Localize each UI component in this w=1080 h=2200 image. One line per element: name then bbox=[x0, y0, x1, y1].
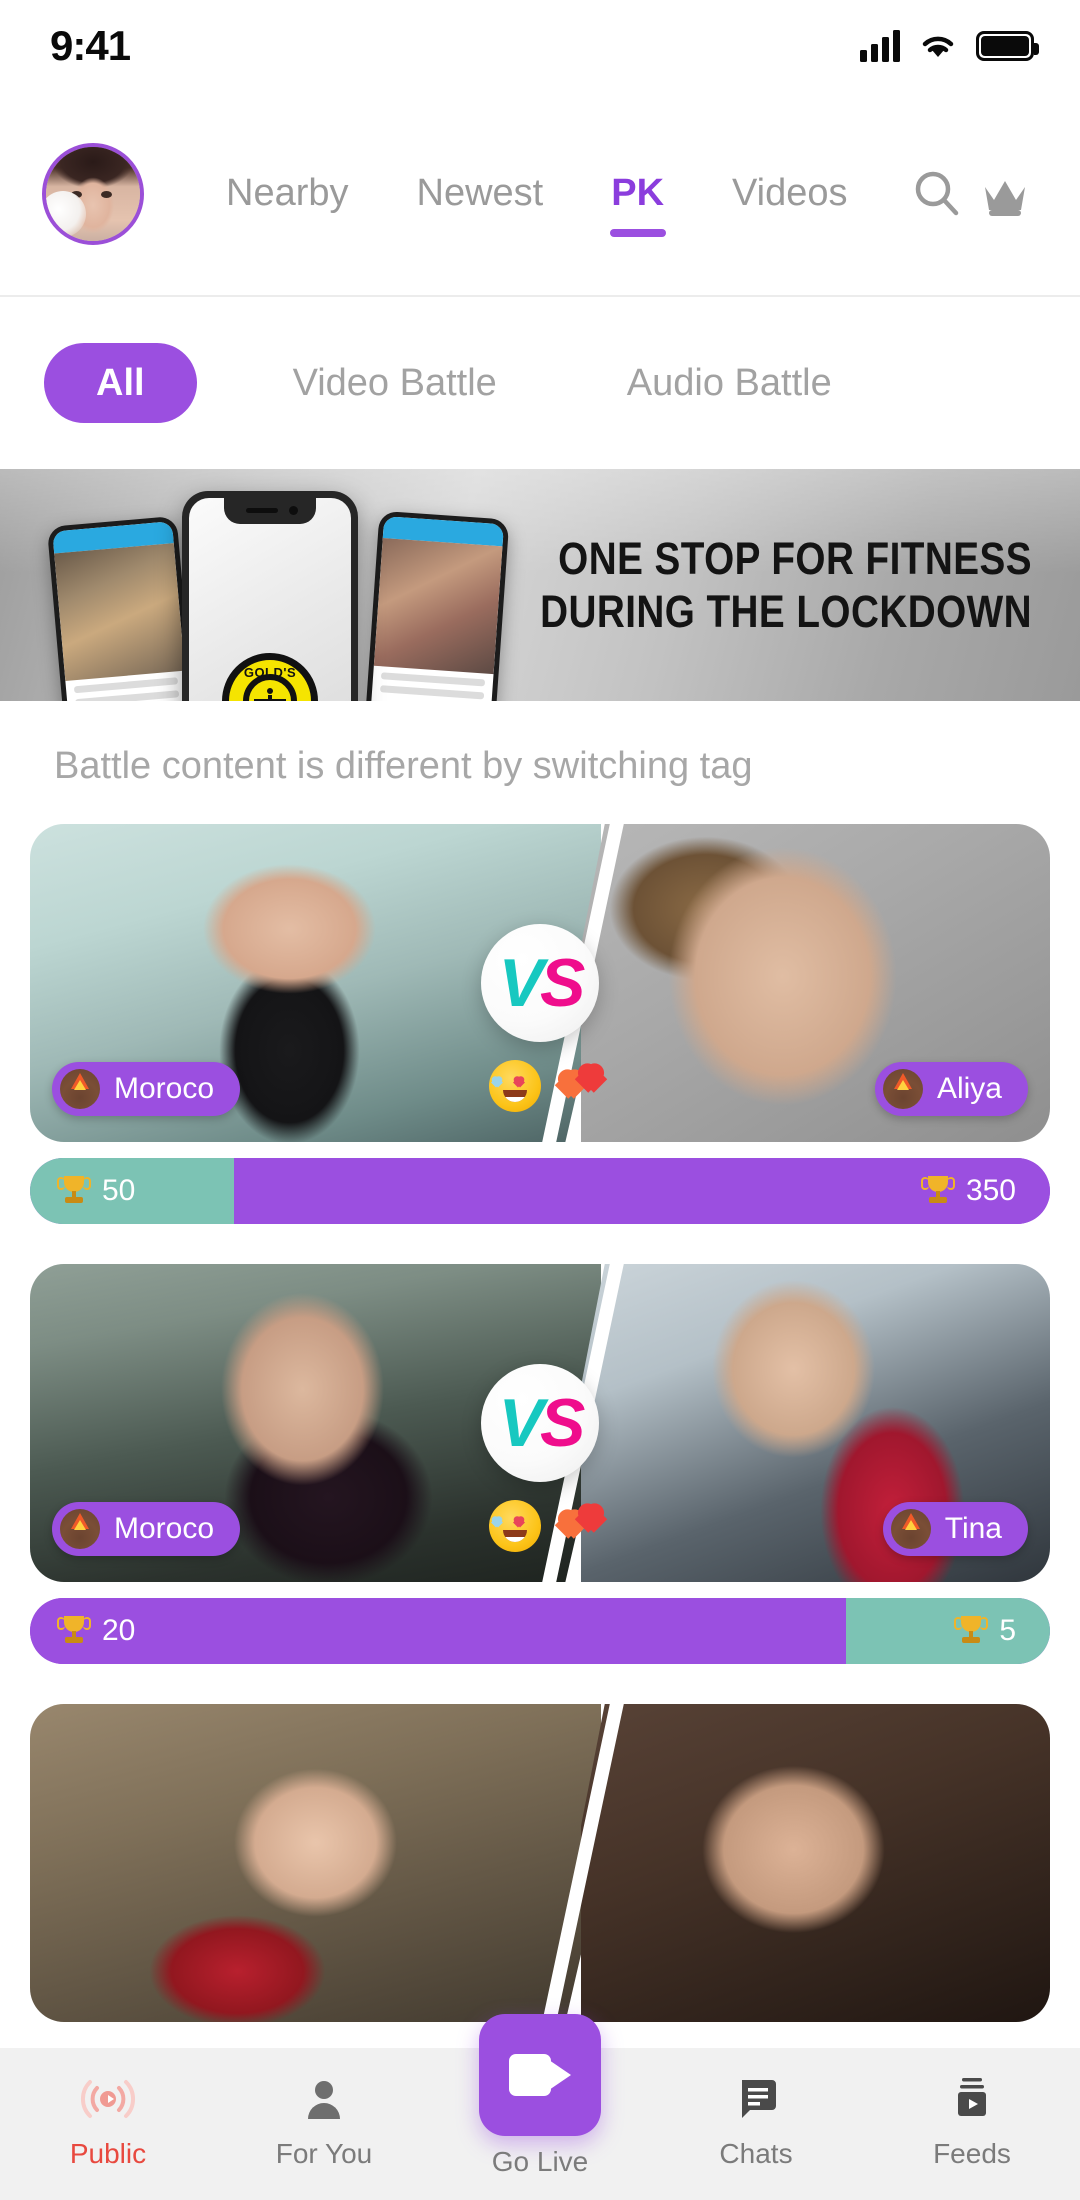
bottom-nav-label: Public bbox=[69, 2138, 147, 2169]
score-left: 50 bbox=[102, 1174, 136, 1207]
trophy-icon bbox=[57, 1176, 91, 1206]
bottom-nav-label: Chats bbox=[719, 2138, 793, 2169]
phone-notch bbox=[224, 498, 316, 524]
score-segment-right: 5 bbox=[846, 1598, 1050, 1664]
vs-badge: VS bbox=[481, 924, 599, 1042]
score-left: 20 bbox=[102, 1614, 136, 1647]
filter-label: Audio Battle bbox=[626, 361, 832, 404]
heart-eyes-emoji[interactable] bbox=[489, 1500, 541, 1552]
avatar[interactable] bbox=[42, 142, 144, 245]
double-heart-icon[interactable] bbox=[571, 1058, 631, 1106]
score-segment-left: 50 bbox=[30, 1158, 234, 1224]
battle-right-name-badge[interactable]: Tina bbox=[882, 1502, 1028, 1556]
golds-gym-wordmark: GOLD'S bbox=[243, 665, 297, 680]
battery-icon bbox=[976, 31, 1039, 61]
trophy-icon bbox=[57, 1616, 91, 1646]
top-navigation: Nearby Newest PK Videos bbox=[0, 92, 1080, 297]
battle-media[interactable]: VS Moroco Aliya bbox=[30, 824, 1050, 1142]
battle-right-name: Tina bbox=[944, 1512, 1002, 1545]
battle-left-photo[interactable] bbox=[30, 1704, 602, 2022]
feed-play-icon bbox=[958, 2078, 986, 2116]
status-time: 9:41 bbox=[50, 22, 131, 69]
nav-label: Nearby bbox=[226, 172, 349, 214]
filter-video-battle[interactable]: Video Battle bbox=[241, 343, 549, 423]
battle-card[interactable]: VS Moroco Aliya 50 350 bbox=[30, 824, 1050, 1224]
banner-headline: ONE STOP FOR FITNESS DURING THE LOCKDOWN bbox=[460, 532, 1032, 638]
flame-icon bbox=[60, 1069, 100, 1109]
battle-score-bar: 50 350 bbox=[30, 1158, 1050, 1224]
battle-right-name: Aliya bbox=[936, 1072, 1002, 1105]
filter-label: Video Battle bbox=[292, 361, 497, 404]
flame-icon bbox=[60, 1509, 100, 1549]
nav-item-videos[interactable]: Videos bbox=[698, 172, 882, 215]
nav-links: Nearby Newest PK Videos bbox=[144, 172, 908, 237]
bottom-nav-for-you[interactable]: For You bbox=[216, 2048, 432, 2170]
banner-line-1: ONE STOP FOR FITNESS bbox=[558, 532, 1032, 584]
battle-left-name: Moroco bbox=[114, 1512, 215, 1545]
nav-label: Videos bbox=[732, 172, 848, 214]
banner-phone-center: GOLD'S bbox=[182, 491, 358, 701]
go-live-label: Go Live bbox=[491, 2146, 589, 2177]
broadcast-icon bbox=[80, 2080, 136, 2118]
vs-letter-s: S bbox=[540, 1385, 585, 1461]
vs-letter-s: S bbox=[540, 945, 585, 1021]
battle-left-name-badge[interactable]: Moroco bbox=[52, 1502, 241, 1556]
wifi-icon bbox=[922, 36, 954, 57]
battle-right-name-badge[interactable]: Aliya bbox=[874, 1062, 1028, 1116]
banner-line-2: DURING THE LOCKDOWN bbox=[540, 586, 1032, 637]
banner-phone-left bbox=[46, 515, 196, 701]
battle-left-name: Moroco bbox=[114, 1072, 215, 1105]
go-live-button[interactable] bbox=[479, 2014, 601, 2136]
battle-card[interactable]: VS Moroco Tina 20 5 bbox=[30, 1264, 1050, 1664]
battle-media[interactable]: VS Moroco Tina bbox=[30, 1264, 1050, 1582]
bottom-nav-label: Feeds bbox=[933, 2138, 1011, 2169]
bottom-nav-label: For You bbox=[275, 2138, 373, 2169]
score-segment-left: 20 bbox=[30, 1598, 846, 1664]
crown-icon[interactable] bbox=[976, 165, 1034, 223]
battle-right-photo[interactable] bbox=[580, 1704, 1050, 2022]
score-right: 5 bbox=[999, 1614, 1016, 1647]
signal-icon bbox=[860, 30, 900, 62]
score-right: 350 bbox=[965, 1174, 1016, 1207]
flame-icon bbox=[890, 1509, 931, 1549]
nav-label: Newest bbox=[416, 172, 544, 214]
chat-bubble-icon bbox=[742, 2080, 776, 2118]
trophy-icon bbox=[920, 1176, 955, 1206]
battle-score-bar: 20 5 bbox=[30, 1598, 1050, 1664]
bottom-nav-public[interactable]: Public bbox=[0, 2048, 216, 2170]
bottom-nav-feeds[interactable]: Feeds bbox=[864, 2048, 1080, 2170]
filter-all[interactable]: All bbox=[44, 343, 197, 423]
status-icons bbox=[860, 30, 1039, 62]
search-icon[interactable] bbox=[908, 165, 966, 223]
battle-card[interactable] bbox=[30, 1704, 1050, 2022]
nav-item-nearby[interactable]: Nearby bbox=[192, 172, 383, 215]
flame-icon bbox=[882, 1069, 923, 1109]
nav-label: PK bbox=[611, 172, 665, 214]
filter-label: All bbox=[96, 361, 145, 404]
trophy-icon bbox=[954, 1616, 989, 1646]
vs-letter-v: V bbox=[498, 945, 544, 1021]
battle-media[interactable] bbox=[30, 1704, 1050, 2022]
filter-audio-battle[interactable]: Audio Battle bbox=[575, 343, 884, 423]
battle-type-filters: All Video Battle Audio Battle bbox=[0, 297, 1080, 469]
vs-badge: VS bbox=[481, 1364, 599, 1482]
nav-actions bbox=[908, 165, 1034, 223]
status-bar: 9:41 bbox=[0, 0, 1080, 92]
heart-eyes-emoji[interactable] bbox=[489, 1060, 541, 1112]
section-note: Battle content is different by switching… bbox=[54, 745, 753, 787]
bottom-nav-chats[interactable]: Chats bbox=[648, 2048, 864, 2170]
nav-item-newest[interactable]: Newest bbox=[383, 172, 578, 215]
vs-letter-v: V bbox=[498, 1385, 544, 1461]
score-segment-right: 350 bbox=[234, 1158, 1050, 1224]
nav-item-pk[interactable]: PK bbox=[577, 172, 698, 237]
battle-left-name-badge[interactable]: Moroco bbox=[52, 1062, 241, 1116]
video-camera-icon bbox=[509, 2054, 571, 2096]
person-icon bbox=[308, 2081, 340, 2119]
active-tab-underline bbox=[609, 229, 666, 237]
promo-banner[interactable]: GOLD'S ONE STOP FOR FITNESS DURING THE L… bbox=[0, 469, 1080, 701]
double-heart-icon[interactable] bbox=[571, 1498, 631, 1546]
